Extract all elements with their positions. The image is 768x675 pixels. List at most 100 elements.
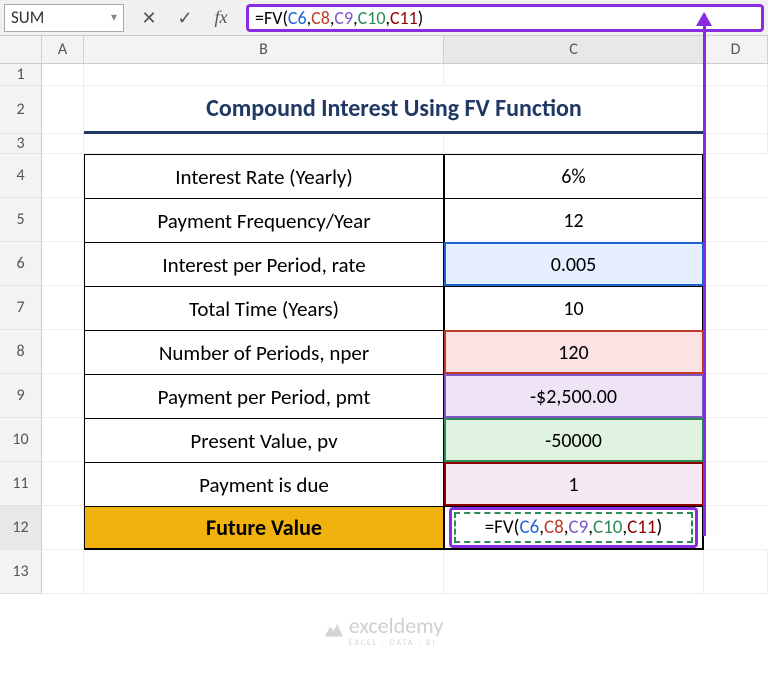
value-nper[interactable]: 120 (444, 330, 704, 374)
row-header-11[interactable]: 11 (0, 462, 42, 506)
col-header-b[interactable]: B (84, 36, 444, 63)
enter-icon[interactable]: ✓ (172, 5, 198, 31)
cell-a2[interactable] (42, 86, 84, 134)
row-header-5[interactable]: 5 (0, 198, 42, 242)
cell-a1[interactable] (42, 64, 84, 86)
row-3: 3 (0, 134, 768, 154)
row-12: 12 Future Value =FV(C6,C8,C9,C10,C11) (0, 506, 768, 550)
watermark-logo-icon (325, 623, 343, 637)
cell-a12[interactable] (42, 506, 84, 550)
watermark: exceldemy EXCEL · DATA · BI (325, 612, 444, 647)
row-header-9[interactable]: 9 (0, 374, 42, 418)
value-rate[interactable]: 0.005 (444, 242, 704, 286)
select-all-corner[interactable] (0, 36, 42, 63)
cell-d12[interactable] (704, 506, 768, 550)
cell-d11[interactable] (704, 462, 768, 506)
cell-b3[interactable] (84, 134, 444, 154)
row-6: 6 Interest per Period, rate 0.005 (0, 242, 768, 286)
formula-bar: SUM ▾ ✕ ✓ fx =FV(C6,C8,C9,C10,C11) (0, 0, 768, 36)
value-future-value[interactable]: =FV(C6,C8,C9,C10,C11) (444, 506, 704, 550)
cell-d9[interactable] (704, 374, 768, 418)
formula-input[interactable]: =FV(C6,C8,C9,C10,C11) (246, 4, 764, 32)
row-header-7[interactable]: 7 (0, 286, 42, 330)
active-cell-highlight: =FV(C6,C8,C9,C10,C11) (449, 507, 698, 548)
cell-a4[interactable] (42, 154, 84, 198)
cell-a9[interactable] (42, 374, 84, 418)
cell-b1[interactable] (84, 64, 444, 86)
fx-icon[interactable]: fx (208, 5, 234, 31)
value-pmt[interactable]: -$2,500.00 (444, 374, 704, 418)
cell-d1[interactable] (704, 64, 768, 86)
cell-b13[interactable] (84, 550, 444, 594)
row-4: 4 Interest Rate (Yearly) 6% (0, 154, 768, 198)
row-8: 8 Number of Periods, nper 120 (0, 330, 768, 374)
cell-d6[interactable] (704, 242, 768, 286)
col-header-d[interactable]: D (704, 36, 768, 63)
cell-d3[interactable] (704, 134, 768, 154)
name-box[interactable]: SUM ▾ (4, 4, 124, 32)
cell-a10[interactable] (42, 418, 84, 462)
value-due[interactable]: 1 (444, 462, 704, 506)
row-7: 7 Total Time (Years) 10 (0, 286, 768, 330)
label-pay-freq[interactable]: Payment Frequency/Year (84, 198, 444, 242)
col-header-c[interactable]: C (444, 36, 704, 63)
value-time[interactable]: 10 (444, 286, 704, 330)
value-pv[interactable]: -50000 (444, 418, 704, 462)
label-pv[interactable]: Present Value, pv (84, 418, 444, 462)
label-interest-rate[interactable]: Interest Rate (Yearly) (84, 154, 444, 198)
cell-c3[interactable] (444, 134, 704, 154)
cell-d2[interactable] (704, 86, 768, 134)
cell-d10[interactable] (704, 418, 768, 462)
cancel-icon[interactable]: ✕ (136, 5, 162, 31)
table-title[interactable]: Compound Interest Using FV Function (84, 86, 704, 134)
row-5: 5 Payment Frequency/Year 12 (0, 198, 768, 242)
col-header-a[interactable]: A (42, 36, 84, 63)
row-header-12[interactable]: 12 (0, 506, 42, 550)
row-header-13[interactable]: 13 (0, 550, 42, 594)
label-time[interactable]: Total Time (Years) (84, 286, 444, 330)
formula-bar-icons: ✕ ✓ fx (130, 5, 240, 31)
row-header-6[interactable]: 6 (0, 242, 42, 286)
cell-a3[interactable] (42, 134, 84, 154)
cell-a11[interactable] (42, 462, 84, 506)
row-11: 11 Payment is due 1 (0, 462, 768, 506)
column-headers: A B C D (0, 36, 768, 64)
row-header-10[interactable]: 10 (0, 418, 42, 462)
cell-a6[interactable] (42, 242, 84, 286)
ref-c6: C6 (288, 7, 307, 29)
cell-c13[interactable] (444, 550, 704, 594)
ref-c11: C11 (390, 7, 418, 29)
cell-a13[interactable] (42, 550, 84, 594)
formula-suffix: ) (418, 7, 423, 29)
cell-a5[interactable] (42, 198, 84, 242)
row-9: 9 Payment per Period, pmt -$2,500.00 (0, 374, 768, 418)
name-box-value: SUM (11, 7, 44, 28)
label-rate[interactable]: Interest per Period, rate (84, 242, 444, 286)
row-header-4[interactable]: 4 (0, 154, 42, 198)
row-header-2[interactable]: 2 (0, 86, 42, 134)
label-nper[interactable]: Number of Periods, nper (84, 330, 444, 374)
row-header-8[interactable]: 8 (0, 330, 42, 374)
label-pmt[interactable]: Payment per Period, pmt (84, 374, 444, 418)
ref-c8: C8 (311, 7, 330, 29)
cell-d4[interactable] (704, 154, 768, 198)
spreadsheet-grid: A B C D 1 2 Compound Interest Using FV F… (0, 36, 768, 594)
cell-a7[interactable] (42, 286, 84, 330)
cell-d8[interactable] (704, 330, 768, 374)
row-header-1[interactable]: 1 (0, 64, 42, 86)
label-due[interactable]: Payment is due (84, 462, 444, 506)
value-pay-freq[interactable]: 12 (444, 198, 704, 242)
watermark-sub: EXCEL · DATA · BI (349, 639, 444, 647)
cell-d7[interactable] (704, 286, 768, 330)
cell-c1[interactable] (444, 64, 704, 86)
cell-d13[interactable] (704, 550, 768, 594)
grid-rows: 1 2 Compound Interest Using FV Function … (0, 64, 768, 594)
value-interest-rate[interactable]: 6% (444, 154, 704, 198)
label-future-value[interactable]: Future Value (84, 506, 444, 550)
cell-d5[interactable] (704, 198, 768, 242)
cell-a8[interactable] (42, 330, 84, 374)
watermark-brand: exceldemy (349, 612, 444, 639)
chevron-down-icon[interactable]: ▾ (111, 10, 117, 25)
row-1: 1 (0, 64, 768, 86)
row-header-3[interactable]: 3 (0, 134, 42, 154)
